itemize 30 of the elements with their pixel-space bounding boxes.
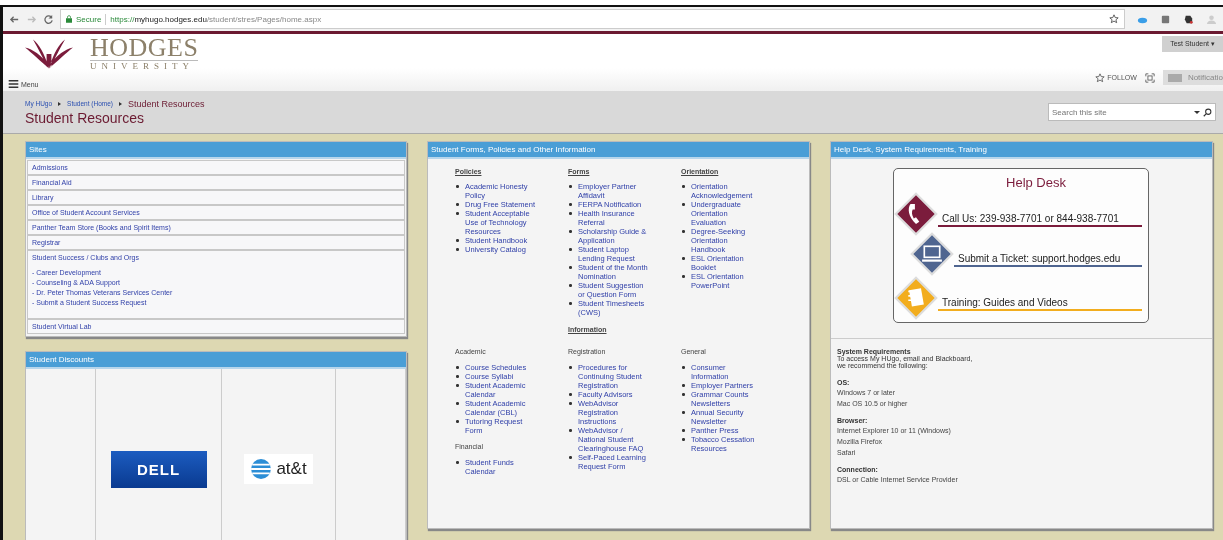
panel-header: Student Forms, Policies and Other Information bbox=[428, 142, 809, 159]
secure-label: Secure bbox=[76, 14, 102, 24]
search-box[interactable]: Search this site bbox=[1048, 103, 1216, 121]
help-desk-heading: Help Desk bbox=[1005, 175, 1067, 190]
url-text: https://myhugo.hodges.edu/student/stres/Pages/home.aspx bbox=[110, 14, 323, 24]
star-icon bbox=[1095, 72, 1106, 83]
address-bar[interactable]: Secure https://myhugo.hodges.edu/student/stres/Pages/home.aspx bbox=[60, 9, 1125, 29]
search-icon[interactable] bbox=[1203, 107, 1212, 117]
reload-icon[interactable] bbox=[43, 13, 54, 25]
logo-subtitle: UNIVERSITY bbox=[90, 60, 199, 71]
breadcrumb-link[interactable]: Student Resources bbox=[128, 98, 205, 109]
extension-icon[interactable] bbox=[1160, 13, 1171, 25]
focus-icon[interactable] bbox=[1144, 72, 1155, 83]
att-logo[interactable]: at&t bbox=[244, 454, 313, 484]
help-desk-line: Call Us: 239-938-7701 or 844-938-7701 bbox=[938, 213, 1142, 227]
panel-header: Help Desk, System Requirements, Training bbox=[831, 142, 1212, 159]
panel-header: Student Discounts bbox=[26, 352, 406, 369]
dell-logo[interactable]: DELL bbox=[110, 450, 207, 488]
help-desk-line: Submit a Ticket: support.hodges.edu bbox=[954, 253, 1142, 267]
panel-header: Sites bbox=[26, 142, 406, 159]
logo-name: HODGES bbox=[90, 36, 199, 60]
dropdown-caret-icon[interactable] bbox=[1194, 110, 1200, 114]
breadcrumb-arrow-icon bbox=[58, 101, 62, 106]
lock-icon bbox=[66, 15, 72, 23]
help-desk-line: Training: Guides and Videos bbox=[938, 297, 1142, 311]
help-desk-card[interactable]: Help Desk Call Us: 239-938-7701 or 844-938-7701 Submit a Ticket: support.hodges.edu Training: Guides and Videos bbox=[893, 168, 1149, 323]
menu-icon bbox=[8, 80, 19, 88]
breadcrumb-arrow-icon bbox=[119, 101, 122, 106]
page-title: Student Resources bbox=[25, 109, 146, 126]
bookmark-star-icon[interactable] bbox=[1109, 14, 1119, 24]
